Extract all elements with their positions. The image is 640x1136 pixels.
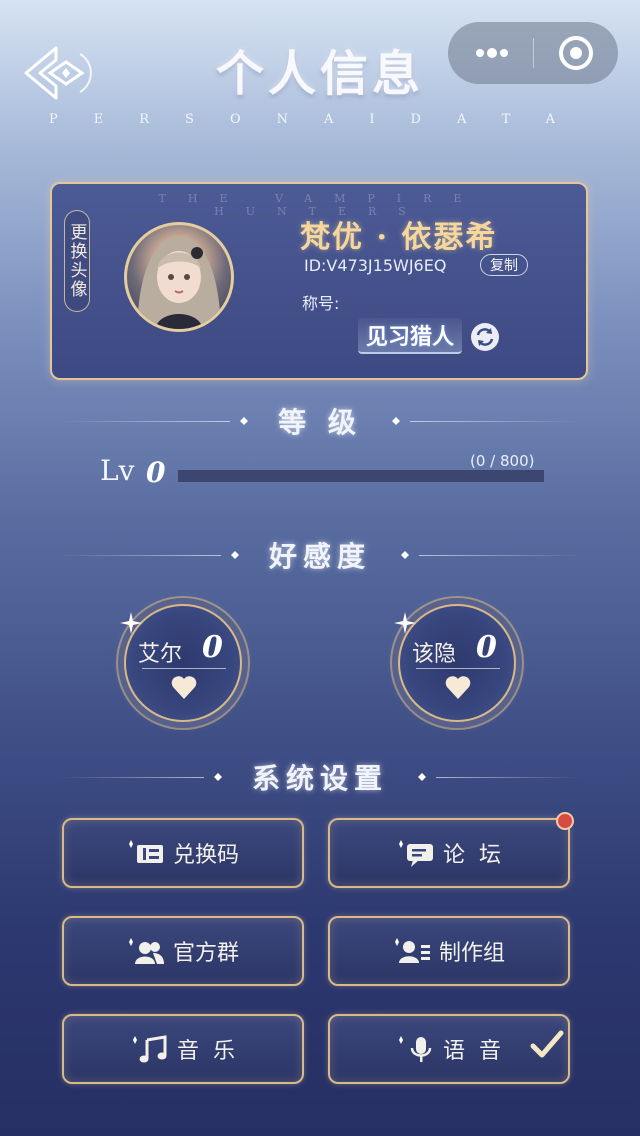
more-menu-icon[interactable] — [474, 44, 510, 62]
level-section-title: 等 级 — [278, 406, 362, 439]
settings-section-header: 系统设置 — [60, 760, 581, 795]
sparkle-icon — [394, 612, 416, 634]
heart-icon — [171, 676, 197, 699]
level-progress-track — [178, 470, 544, 482]
credits-label: 制作组 — [438, 941, 505, 966]
avatar[interactable] — [124, 222, 234, 332]
user-list-icon — [394, 938, 430, 963]
profile-card: THE VAMPIRE HUNTERS 更换头像 梵优 · 依瑟希 ID:V47… — [50, 182, 588, 380]
medallion-divider — [142, 668, 226, 669]
forum-button[interactable]: 论 坛 — [328, 818, 570, 888]
diamond-icon — [214, 773, 222, 781]
divider-line — [60, 776, 204, 778]
diamond-icon — [401, 551, 410, 559]
player-name: 梵优 · 依瑟希 — [300, 220, 498, 255]
microphone-icon — [399, 1036, 432, 1062]
divider-line — [409, 420, 580, 422]
divider-line — [60, 420, 231, 422]
official-group-button[interactable]: 官方群 — [62, 916, 304, 986]
diamond-icon — [391, 417, 400, 425]
redeem-code-button[interactable]: 兑换码 — [62, 818, 304, 888]
player-id: ID:V473J15WJ6EQ — [304, 256, 447, 275]
divider-line — [60, 554, 221, 556]
affection-section-title: 好感度 — [269, 540, 372, 573]
title-label: 称号: — [302, 294, 340, 313]
diamond-icon — [240, 417, 249, 425]
page-subtitle: PERSONAIDATA — [49, 112, 591, 127]
level-prefix: Lv — [100, 454, 135, 487]
avatar-portrait-icon — [137, 237, 221, 329]
forum-label: 论 坛 — [443, 843, 501, 868]
affection-score: 0 — [476, 630, 497, 665]
title-badge: 见习猎人 — [358, 318, 462, 354]
character-name: 艾尔 — [138, 642, 183, 667]
copy-id-button[interactable]: 复制 — [480, 254, 528, 276]
affection-section-header: 好感度 — [60, 538, 581, 573]
capsule-divider — [533, 38, 534, 68]
official-group-label: 官方群 — [172, 941, 239, 966]
level-progress-text: (0 / 800) — [470, 452, 535, 470]
settings-section-title: 系统设置 — [252, 762, 389, 795]
sparkle-icon — [120, 612, 142, 634]
heart-icon — [445, 676, 471, 699]
diamond-icon — [418, 773, 427, 781]
music-note-icon — [133, 1035, 167, 1063]
music-button[interactable]: 音 乐 — [62, 1014, 304, 1084]
affection-score: 0 — [202, 630, 223, 665]
forum-notification-badge — [556, 812, 574, 830]
group-icon — [128, 938, 164, 964]
level-section-header: 等 级 — [60, 404, 580, 439]
miniprogram-capsule — [448, 22, 618, 84]
medallion-divider — [416, 668, 500, 669]
credits-button[interactable]: 制作组 — [328, 916, 570, 986]
music-label: 音 乐 — [177, 1039, 235, 1064]
diamond-icon — [231, 551, 239, 559]
ticket-icon — [128, 840, 163, 863]
voice-label: 语 音 — [443, 1039, 501, 1064]
level-value: 0 — [146, 456, 166, 489]
redeem-code-label: 兑换码 — [172, 843, 239, 868]
divider-line — [436, 776, 581, 778]
divider-line — [419, 554, 581, 556]
voice-enabled-check-icon[interactable] — [530, 1030, 564, 1060]
chat-bubble-icon — [399, 840, 433, 867]
change-avatar-button[interactable]: 更换头像 — [64, 210, 90, 312]
character-name: 该隐 — [412, 642, 457, 667]
close-miniprogram-icon[interactable] — [558, 35, 594, 71]
refresh-icon[interactable] — [470, 322, 500, 352]
